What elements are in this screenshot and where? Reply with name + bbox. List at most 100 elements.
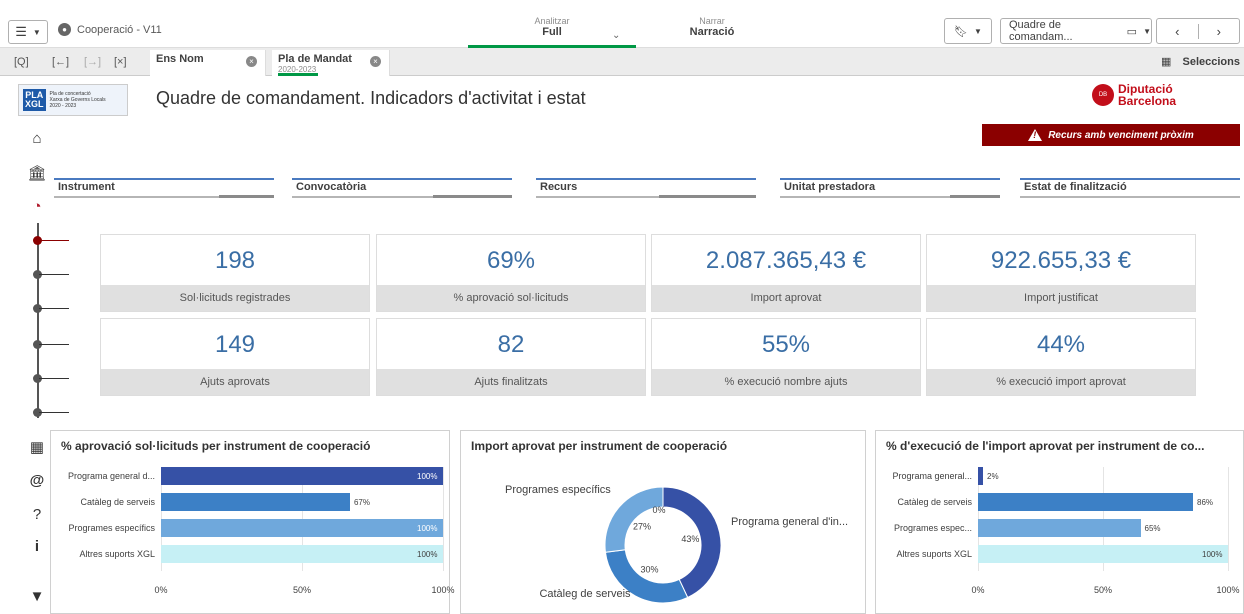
- bar-category-label: Catàleg de serveis: [897, 497, 972, 507]
- axis-tick-label: 100%: [1216, 585, 1240, 595]
- filter-label: Recurs: [540, 181, 578, 193]
- filter-recurs[interactable]: Recurs: [536, 178, 756, 198]
- kpi-value: 82: [497, 331, 525, 358]
- pla-xgl-logo: PLA XGL Pla de concertació Xarxa de Govern…: [18, 84, 128, 116]
- close-icon[interactable]: ×: [370, 56, 381, 67]
- analyze-mode-tab[interactable]: Analitzar Full: [468, 16, 636, 48]
- kpi-label: Ajuts aprovats: [101, 369, 369, 395]
- bar: [978, 519, 1141, 537]
- next-sheet-button[interactable]: ›: [1199, 24, 1240, 39]
- filter-estat-finalitzacio[interactable]: Estat de finalització: [1020, 178, 1240, 198]
- timeline-tick: [39, 412, 69, 413]
- calendar-icon[interactable]: ▦: [26, 438, 48, 456]
- kpi-label: Ajuts finalitzats: [377, 369, 645, 395]
- bar-value-label: 100%: [417, 550, 438, 559]
- help-icon[interactable]: ?: [26, 506, 48, 523]
- selection-chip-ens-nom[interactable]: Ens Nom ×: [150, 50, 266, 76]
- logo-mark: PLA XGL: [23, 89, 46, 111]
- filter-instrument[interactable]: Instrument: [54, 178, 274, 198]
- kpi-card[interactable]: 44% % execució import aprovat: [926, 318, 1196, 396]
- approval-rate-chart-panel[interactable]: % aprovació sol·licituds per instrument …: [50, 430, 455, 614]
- previous-sheet-button[interactable]: ‹: [1157, 23, 1199, 39]
- step-forward-icon[interactable]: [→]: [84, 56, 101, 68]
- filter-unitat-prestadora[interactable]: Unitat prestadora: [780, 178, 1000, 198]
- kpi-card[interactable]: 2.087.365,43 € Import aprovat: [651, 234, 921, 312]
- bar: [161, 467, 443, 485]
- kpi-card[interactable]: 69% % aprovació sol·licituds: [376, 234, 646, 312]
- expiring-resource-alert[interactable]: ! Recurs amb venciment pròxim: [982, 124, 1240, 146]
- bar-value-label: 86%: [1197, 498, 1214, 507]
- chevron-down-icon[interactable]: ⌄: [612, 30, 620, 41]
- slice-category-label: Catàleg de serveis: [539, 588, 631, 600]
- kpi-card[interactable]: 82 Ajuts finalitzats: [376, 318, 646, 396]
- app-icon: ●: [58, 23, 71, 36]
- filter-convocatoria[interactable]: Convocatòria: [292, 178, 512, 198]
- kpi-value: 149: [214, 331, 256, 358]
- filter-top-line: [54, 178, 274, 180]
- bar-value-label: 100%: [417, 524, 438, 533]
- diputacio-barcelona-logo: DB Diputació Barcelona: [1092, 83, 1176, 107]
- sheet-selector[interactable]: Quadre de comandam... ▭ ▼: [1000, 18, 1152, 44]
- filter-icon[interactable]: ▼: [26, 588, 48, 605]
- donut-slice[interactable]: [604, 486, 664, 553]
- bar: [161, 493, 350, 511]
- sheet-navigation: ‹ ›: [1156, 18, 1240, 44]
- kpi-value: 198: [214, 247, 256, 274]
- filter-progress: [433, 195, 512, 198]
- slice-value-label: 27%: [633, 521, 651, 531]
- side-navigation: ⌂ 🏛︎ ◔ ▦ @ ? i ▼: [22, 128, 69, 614]
- clear-all-icon[interactable]: [×]: [114, 56, 127, 68]
- selections-button[interactable]: Seleccions: [1183, 56, 1240, 68]
- institution-icon[interactable]: 🏛︎: [26, 164, 48, 182]
- alert-text: Recurs amb venciment pròxim: [1048, 129, 1194, 141]
- selection-chip-pla-de-mandat[interactable]: Pla de Mandat 2020-2023 ×: [272, 50, 390, 76]
- narrate-mode-tab[interactable]: Narrar Narració: [652, 16, 772, 48]
- timeline-tick: [39, 378, 69, 379]
- gridline: [443, 467, 444, 571]
- bar: [161, 519, 443, 537]
- bar-category-label: Altres suports XGL: [896, 549, 972, 559]
- kpi-value: 2.087.365,43 €: [705, 247, 867, 274]
- bar-category-label: Altres suports XGL: [79, 549, 155, 559]
- gauge-icon[interactable]: ◔: [26, 198, 48, 215]
- slice-value-label: 43%: [681, 534, 699, 544]
- bar-value-label: 100%: [417, 472, 438, 481]
- step-back-icon[interactable]: [←]: [52, 56, 69, 68]
- caret-down-icon: ▼: [974, 26, 982, 36]
- diba-line2: Barcelona: [1118, 94, 1177, 108]
- chip-title: Pla de Mandat: [278, 53, 352, 65]
- bookmark-button[interactable]: 🔖︎ ▼: [944, 18, 992, 44]
- approved-amount-chart-panel[interactable]: Import aprovat per instrument de coopera…: [460, 430, 866, 614]
- close-icon[interactable]: ×: [246, 56, 257, 67]
- sheet-name: Quadre de comandam...: [1009, 19, 1073, 43]
- kpi-card[interactable]: 149 Ajuts aprovats: [100, 318, 370, 396]
- kpi-value: 44%: [1036, 331, 1086, 358]
- execution-rate-chart-panel[interactable]: % d'execució de l'import aprovat per ins…: [875, 430, 1244, 614]
- bar-category-label: Catàleg de serveis: [80, 497, 155, 507]
- chip-title: Ens Nom: [156, 53, 204, 65]
- slice-category-label: Programa general d'in...: [731, 516, 848, 528]
- kpi-card[interactable]: 55% % execució nombre ajuts: [651, 318, 921, 396]
- gridline: [1228, 467, 1229, 571]
- smart-search-icon[interactable]: [Q]: [14, 56, 29, 68]
- home-icon[interactable]: ⌂: [26, 130, 48, 147]
- bar-category-label: Programa general...: [892, 471, 972, 481]
- filter-top-line: [536, 178, 756, 180]
- slice-category-label: Programes específics: [505, 484, 611, 496]
- kpi-label: Import justificat: [927, 285, 1195, 311]
- bar: [978, 467, 983, 485]
- kpi-card[interactable]: 922.655,33 € Import justificat: [926, 234, 1196, 312]
- at-sign-icon[interactable]: @: [26, 472, 48, 489]
- timeline-tick: [39, 344, 69, 345]
- narrate-label: Narrar: [699, 16, 725, 26]
- app-title: Cooperació - V11: [77, 24, 162, 36]
- kpi-value: 55%: [761, 331, 811, 358]
- kpi-label: Sol·licituds registrades: [101, 285, 369, 311]
- hamburger-icon: ☰: [15, 24, 27, 39]
- grid-icon[interactable]: ▦: [1161, 55, 1171, 68]
- navigation-menu-button[interactable]: ☰ ▼: [8, 20, 48, 44]
- info-icon[interactable]: i: [26, 538, 48, 555]
- bar: [978, 493, 1193, 511]
- kpi-card[interactable]: 198 Sol·licituds registrades: [100, 234, 370, 312]
- axis-tick-label: 50%: [292, 585, 311, 595]
